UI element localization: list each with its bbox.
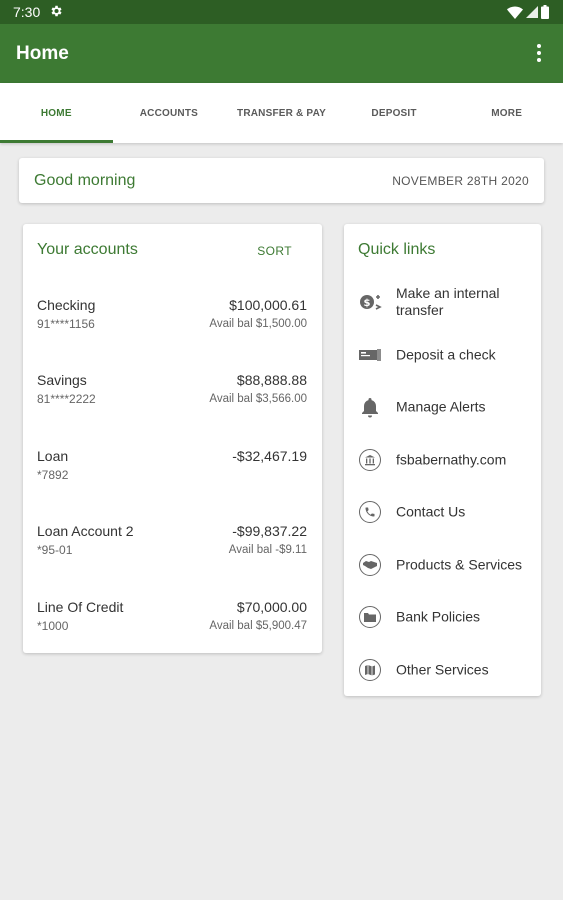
- account-balance: $70,000.00: [236, 599, 307, 615]
- greeting-card: Good morning NOVEMBER 28TH 2020: [19, 158, 544, 203]
- account-row-checking[interactable]: Checking 91****1156 $100,000.61 Avail ba…: [23, 297, 322, 357]
- account-number: 91****1156: [37, 317, 95, 331]
- account-name: Loan: [37, 448, 69, 464]
- handshake-icon: [358, 553, 382, 577]
- accounts-card: Your accounts SORT Checking 91****1156 $…: [23, 224, 322, 653]
- available-balance: Avail bal $3,566.00: [209, 393, 307, 405]
- quick-link-other-services[interactable]: Other Services: [344, 648, 541, 692]
- available-balance: Avail bal $1,500.00: [209, 318, 307, 330]
- quick-link-label: fsbabernathy.com: [396, 451, 507, 468]
- app-bar: Home: [0, 24, 563, 83]
- settings-gear-icon: [51, 5, 62, 17]
- quick-link-internal-transfer[interactable]: $ Make an internal transfer: [344, 280, 541, 324]
- transfer-icon: $: [358, 290, 382, 314]
- tab-home[interactable]: HOME: [0, 83, 113, 143]
- quick-link-label: Products & Services: [396, 556, 523, 573]
- map-icon: [358, 658, 382, 682]
- bank-icon: [358, 448, 382, 472]
- quick-link-label: Manage Alerts: [396, 398, 486, 415]
- page-title: Home: [16, 43, 69, 64]
- account-number: 81****2222: [37, 392, 96, 406]
- account-balance: $100,000.61: [229, 297, 307, 313]
- account-number: *95-01: [37, 543, 73, 557]
- available-balance: Avail bal $5,900.47: [209, 620, 307, 632]
- status-bar: 7:30: [0, 0, 563, 24]
- quick-link-label: Deposit a check: [396, 346, 496, 363]
- folder-icon: [358, 605, 382, 629]
- quick-link-label: Make an internal transfer: [396, 285, 500, 318]
- account-balance: -$99,837.22: [232, 523, 307, 539]
- greeting-text: Good morning: [34, 172, 136, 189]
- signal-icon: [526, 6, 538, 18]
- quick-link-label: Contact Us: [396, 503, 466, 520]
- status-time: 7:30: [13, 4, 41, 20]
- bell-icon: [358, 395, 382, 419]
- account-name: Checking: [37, 297, 96, 313]
- system-indicators: [507, 5, 549, 19]
- account-row-savings[interactable]: Savings 81****2222 $88,888.88 Avail bal …: [23, 372, 322, 432]
- svg-text:$: $: [364, 298, 371, 309]
- battery-icon: [541, 5, 549, 19]
- quick-link-contact-us[interactable]: Contact Us: [344, 490, 541, 534]
- account-number: *7892: [37, 468, 69, 482]
- tab-bar: HOME ACCOUNTS TRANSFER & PAY DEPOSIT MOR…: [0, 83, 563, 143]
- tab-more[interactable]: MORE: [450, 83, 563, 143]
- quick-link-bank-policies[interactable]: Bank Policies: [344, 595, 541, 639]
- account-name: Savings: [37, 372, 87, 388]
- accounts-title: Your accounts: [37, 241, 138, 258]
- account-name: Loan Account 2: [37, 523, 134, 539]
- sort-button[interactable]: SORT: [257, 244, 292, 258]
- quick-link-label: Other Services: [396, 661, 489, 678]
- quick-link-label: Bank Policies: [396, 608, 481, 625]
- account-balance: -$32,467.19: [232, 448, 307, 464]
- tab-transfer-pay[interactable]: TRANSFER & PAY: [225, 83, 338, 143]
- tab-accounts[interactable]: ACCOUNTS: [113, 83, 226, 143]
- account-row-loan-account-2[interactable]: Loan Account 2 *95-01 -$99,837.22 Avail …: [23, 523, 322, 583]
- account-row-line-of-credit[interactable]: Line Of Credit *1000 $70,000.00 Avail ba…: [23, 599, 322, 659]
- tab-deposit[interactable]: DEPOSIT: [338, 83, 451, 143]
- account-row-loan[interactable]: Loan *7892 -$32,467.19: [23, 448, 322, 508]
- wifi-icon: [507, 5, 523, 19]
- check-deposit-icon: [358, 343, 382, 367]
- overflow-menu-icon[interactable]: [535, 42, 543, 64]
- current-date: NOVEMBER 28TH 2020: [392, 174, 529, 188]
- account-number: *1000: [37, 619, 69, 633]
- quick-link-deposit-check[interactable]: Deposit a check: [344, 333, 541, 377]
- phone-icon: [358, 500, 382, 524]
- quick-link-manage-alerts[interactable]: Manage Alerts: [344, 385, 541, 429]
- account-balance: $88,888.88: [236, 372, 307, 388]
- account-name: Line Of Credit: [37, 599, 124, 615]
- quick-link-website[interactable]: fsbabernathy.com: [344, 438, 541, 482]
- available-balance: Avail bal -$9.11: [228, 544, 307, 556]
- quick-links-card: Quick links $ Make an internal transfer …: [344, 224, 541, 696]
- quick-link-products-services[interactable]: Products & Services: [344, 543, 541, 587]
- quick-links-title: Quick links: [358, 241, 436, 258]
